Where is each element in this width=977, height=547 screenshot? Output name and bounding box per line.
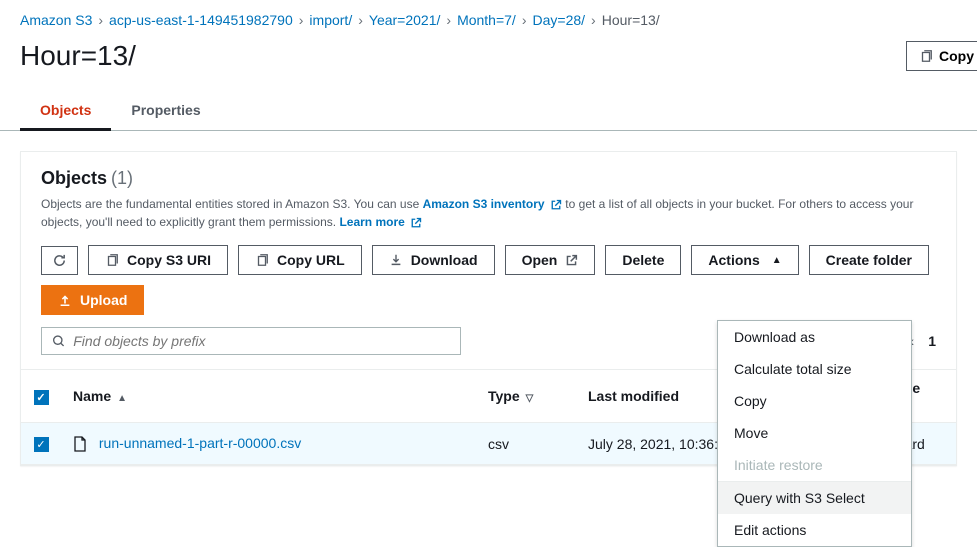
copy-button[interactable]: Copy: [906, 41, 977, 71]
action-copy[interactable]: Copy: [718, 385, 911, 417]
action-initiate-restore: Initiate restore: [718, 449, 911, 481]
refresh-icon: [52, 253, 67, 268]
pagination: ‹ 1: [910, 333, 936, 349]
chevron-right-icon: ›: [522, 12, 527, 28]
breadcrumb-item[interactable]: Month=7/: [457, 12, 516, 28]
actions-dropdown: Download as Calculate total size Copy Mo…: [717, 320, 912, 547]
tabs: Objects Properties: [0, 92, 977, 131]
search-icon: [52, 334, 65, 348]
object-name-link[interactable]: run-unnamed-1-part-r-00000.csv: [99, 435, 301, 451]
action-query-s3-select[interactable]: Query with S3 Select: [718, 481, 911, 514]
select-all-checkbox[interactable]: ✓: [34, 390, 49, 405]
s3-inventory-link[interactable]: Amazon S3 inventory: [423, 197, 566, 211]
sort-asc-icon: ▲: [117, 393, 127, 404]
search-input[interactable]: [73, 333, 450, 349]
delete-button[interactable]: Delete: [605, 245, 681, 275]
action-download-as[interactable]: Download as: [718, 321, 911, 353]
object-count: (1): [111, 168, 133, 189]
sort-icon: ▽: [526, 393, 534, 404]
open-button[interactable]: Open: [505, 245, 596, 275]
page-title: Hour=13/: [20, 40, 136, 72]
breadcrumb: Amazon S3 › acp-us-east-1-149451982790 › i…: [0, 0, 977, 40]
external-link-icon: [565, 254, 578, 267]
breadcrumb-item[interactable]: acp-us-east-1-149451982790: [109, 12, 293, 28]
chevron-right-icon: ›: [446, 12, 451, 28]
column-name[interactable]: Name▲: [61, 370, 476, 423]
breadcrumb-current: Hour=13/: [602, 12, 660, 28]
copy-icon: [919, 49, 933, 63]
chevron-right-icon: ›: [299, 12, 304, 28]
breadcrumb-item[interactable]: Year=2021/: [369, 12, 441, 28]
action-edit-actions[interactable]: Edit actions: [718, 514, 911, 546]
external-link-icon: [410, 217, 422, 229]
actions-button[interactable]: Actions ▲: [691, 245, 798, 275]
tab-properties[interactable]: Properties: [111, 92, 220, 130]
action-move[interactable]: Move: [718, 417, 911, 449]
learn-more-link[interactable]: Learn more: [339, 215, 422, 229]
copy-url-button[interactable]: Copy URL: [238, 245, 362, 275]
chevron-right-icon: ›: [358, 12, 363, 28]
download-button[interactable]: Download: [372, 245, 495, 275]
copy-s3-uri-button[interactable]: Copy S3 URI: [88, 245, 228, 275]
page-number: 1: [928, 333, 936, 349]
breadcrumb-item[interactable]: import/: [309, 12, 352, 28]
upload-button[interactable]: Upload: [41, 285, 144, 315]
upload-icon: [58, 293, 72, 307]
chevron-right-icon: ›: [98, 12, 103, 28]
external-link-icon: [550, 199, 562, 211]
tab-objects[interactable]: Objects: [20, 92, 111, 131]
panel-title-text: Objects: [41, 168, 107, 189]
chevron-right-icon: ›: [591, 12, 596, 28]
breadcrumb-item[interactable]: Amazon S3: [20, 12, 92, 28]
object-type: csv: [476, 423, 576, 465]
panel-description: Objects are the fundamental entities sto…: [41, 195, 936, 231]
file-icon: [73, 435, 87, 452]
search-input-container: [41, 327, 461, 355]
copy-icon: [255, 253, 269, 267]
breadcrumb-item[interactable]: Day=28/: [533, 12, 586, 28]
row-checkbox[interactable]: ✓: [34, 437, 49, 452]
caret-up-icon: ▲: [772, 255, 782, 266]
column-type[interactable]: Type▽: [476, 370, 576, 423]
download-icon: [389, 253, 403, 267]
action-calculate-total-size[interactable]: Calculate total size: [718, 353, 911, 385]
create-folder-button[interactable]: Create folder: [809, 245, 929, 275]
refresh-button[interactable]: [41, 246, 78, 275]
copy-icon: [105, 253, 119, 267]
